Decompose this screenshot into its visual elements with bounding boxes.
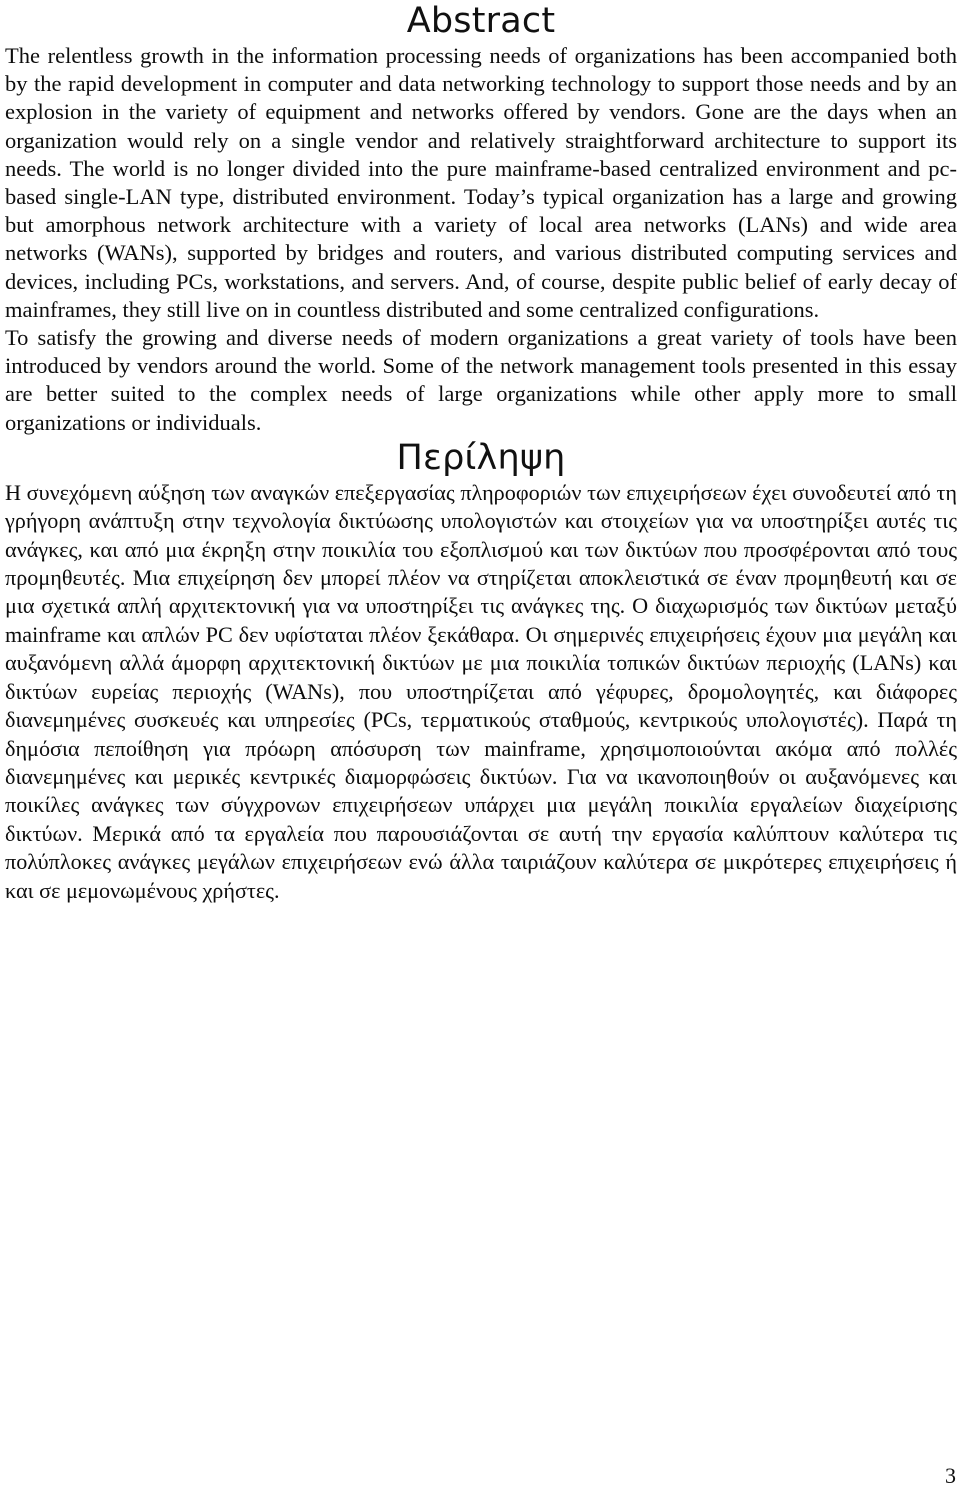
perilipsi-paragraph-1: Η συνεχόμενη αύξηση των αναγκών επεξεργα… bbox=[5, 479, 957, 903]
perilipsi-heading: Περίληψη bbox=[396, 437, 566, 478]
abstract-heading: Abstract bbox=[406, 1, 556, 41]
page-number: 3 bbox=[945, 1463, 956, 1488]
document-page: Abstract The relentless growth in the in… bbox=[0, 0, 960, 1504]
page-content: Abstract The relentless growth in the in… bbox=[5, 0, 957, 905]
abstract-paragraph-2: To satisfy the growing and diverse needs… bbox=[5, 325, 957, 435]
abstract-paragraph-1: The relentless growth in the information… bbox=[5, 43, 957, 322]
